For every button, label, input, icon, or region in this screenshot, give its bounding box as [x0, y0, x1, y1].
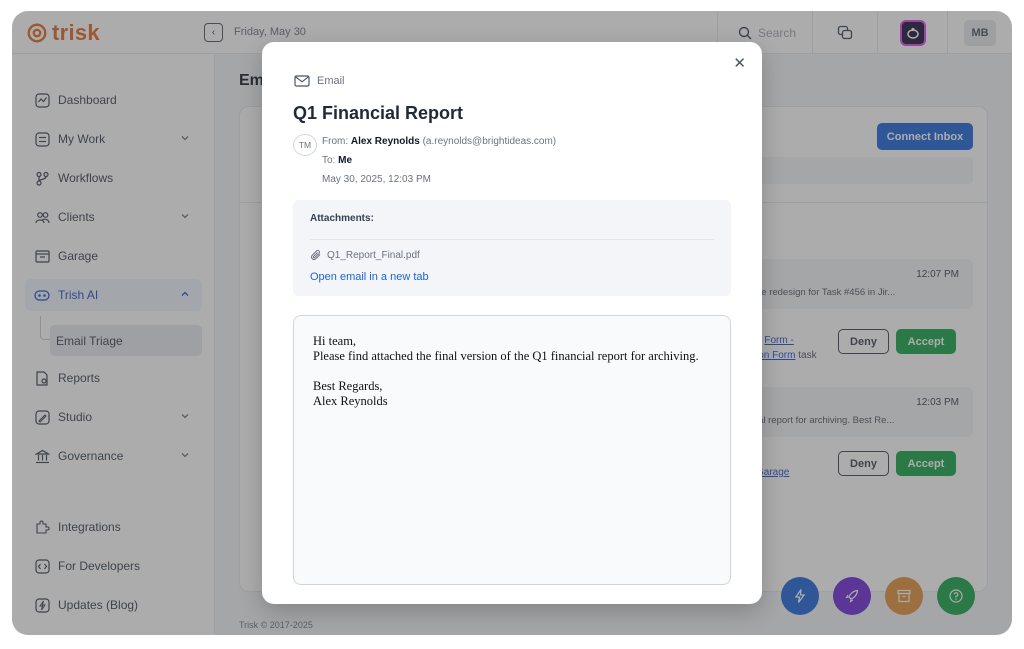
attachment-filename: Q1_Report_Final.pdf: [327, 249, 420, 261]
recipient: Me: [338, 155, 353, 166]
paperclip-icon: [311, 249, 321, 260]
email-subject: Q1 Financial Report: [293, 103, 464, 123]
modal-type: Email: [294, 75, 345, 87]
sender-name: Alex Reynolds: [350, 136, 420, 147]
email-body-line: Hi team,: [313, 334, 357, 348]
email-body-line: [313, 364, 730, 379]
email-modal: ✕ Email Q1 Financial Report TM From: Ale…: [262, 42, 762, 604]
attachments-panel: Attachments: Q1_Report_Final.pdf Open em…: [293, 200, 731, 296]
email-from: From: Alex Reynolds (a.reynolds@brightid…: [322, 136, 557, 147]
divider: [310, 239, 714, 240]
envelope-icon: [294, 75, 310, 87]
email-body-line: Best Regards,: [313, 379, 383, 393]
attachment-item[interactable]: Q1_Report_Final.pdf: [310, 249, 420, 261]
close-icon[interactable]: ✕: [733, 56, 746, 71]
email-body-line: Please find attached the final version o…: [313, 349, 699, 363]
email-body: Hi team, Please find attached the final …: [293, 315, 731, 585]
open-in-new-tab-link[interactable]: Open email in a new tab: [310, 271, 429, 283]
email-body-line: Alex Reynolds: [313, 394, 388, 408]
attachments-heading: Attachments:: [310, 213, 374, 224]
app-window: trisk ‹ Friday, May 30 Search MB Dashboa…: [12, 11, 1012, 635]
modal-type-label: Email: [317, 75, 345, 87]
email-to: To: Me: [322, 155, 353, 166]
sender-email: (a.reynolds@brightideas.com): [419, 136, 557, 147]
email-datetime: May 30, 2025, 12:03 PM: [322, 174, 431, 185]
sender-avatar: TM: [293, 134, 317, 156]
